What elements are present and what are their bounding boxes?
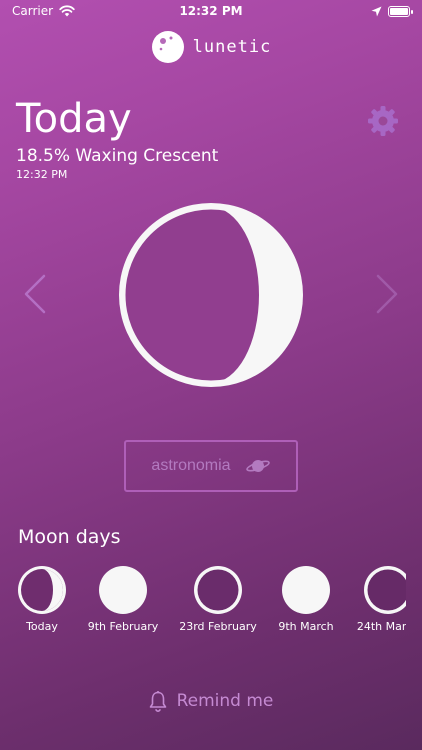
- brand-header: lunetic: [0, 30, 422, 64]
- moon-day-item[interactable]: 23rd February: [168, 564, 268, 633]
- remind-me-button[interactable]: Remind me: [0, 690, 422, 712]
- location-arrow-icon: [371, 6, 382, 16]
- new-moon-icon: [364, 566, 406, 614]
- full-moon-icon: [99, 566, 147, 614]
- page-title: Today: [16, 96, 132, 142]
- full-moon-icon: [282, 566, 330, 614]
- status-bar: Carrier 12:32 PM: [0, 0, 422, 22]
- phase-time: 12:32 PM: [16, 168, 68, 181]
- brand-name: lunetic: [192, 37, 272, 57]
- moon-phase-illustration: [119, 203, 303, 387]
- astronomia-button[interactable]: astronomia: [124, 440, 298, 492]
- phase-text: 18.5% Waxing Crescent: [16, 146, 219, 166]
- planet-icon: [245, 460, 270, 472]
- moon-days-title: Moon days: [18, 526, 121, 548]
- moon-day-item[interactable]: 24th March: [338, 564, 406, 633]
- moon-day-label: 24th March: [356, 620, 406, 633]
- next-arrow-icon[interactable]: [374, 272, 400, 316]
- gear-icon[interactable]: [366, 104, 400, 138]
- moon-day-item[interactable]: 9th February: [73, 564, 173, 633]
- moon-logo-icon: [151, 31, 184, 63]
- battery-icon: [388, 5, 413, 17]
- moon-day-label: 9th February: [87, 620, 159, 633]
- bell-icon: [149, 691, 166, 712]
- wifi-icon: [59, 5, 75, 17]
- status-left: Carrier: [12, 4, 75, 18]
- moon-days-list: Today 9th February 23rd February 9th Mar…: [0, 564, 406, 636]
- carrier-label: Carrier: [12, 4, 54, 18]
- moon-day-label: 23rd February: [179, 620, 257, 633]
- status-right: [371, 5, 413, 17]
- previous-arrow-icon[interactable]: [22, 272, 48, 316]
- astronomia-label: astronomia: [151, 457, 231, 474]
- waxing-crescent-moon-icon: [18, 566, 66, 614]
- new-moon-icon: [194, 566, 242, 614]
- remind-me-label: Remind me: [176, 691, 274, 711]
